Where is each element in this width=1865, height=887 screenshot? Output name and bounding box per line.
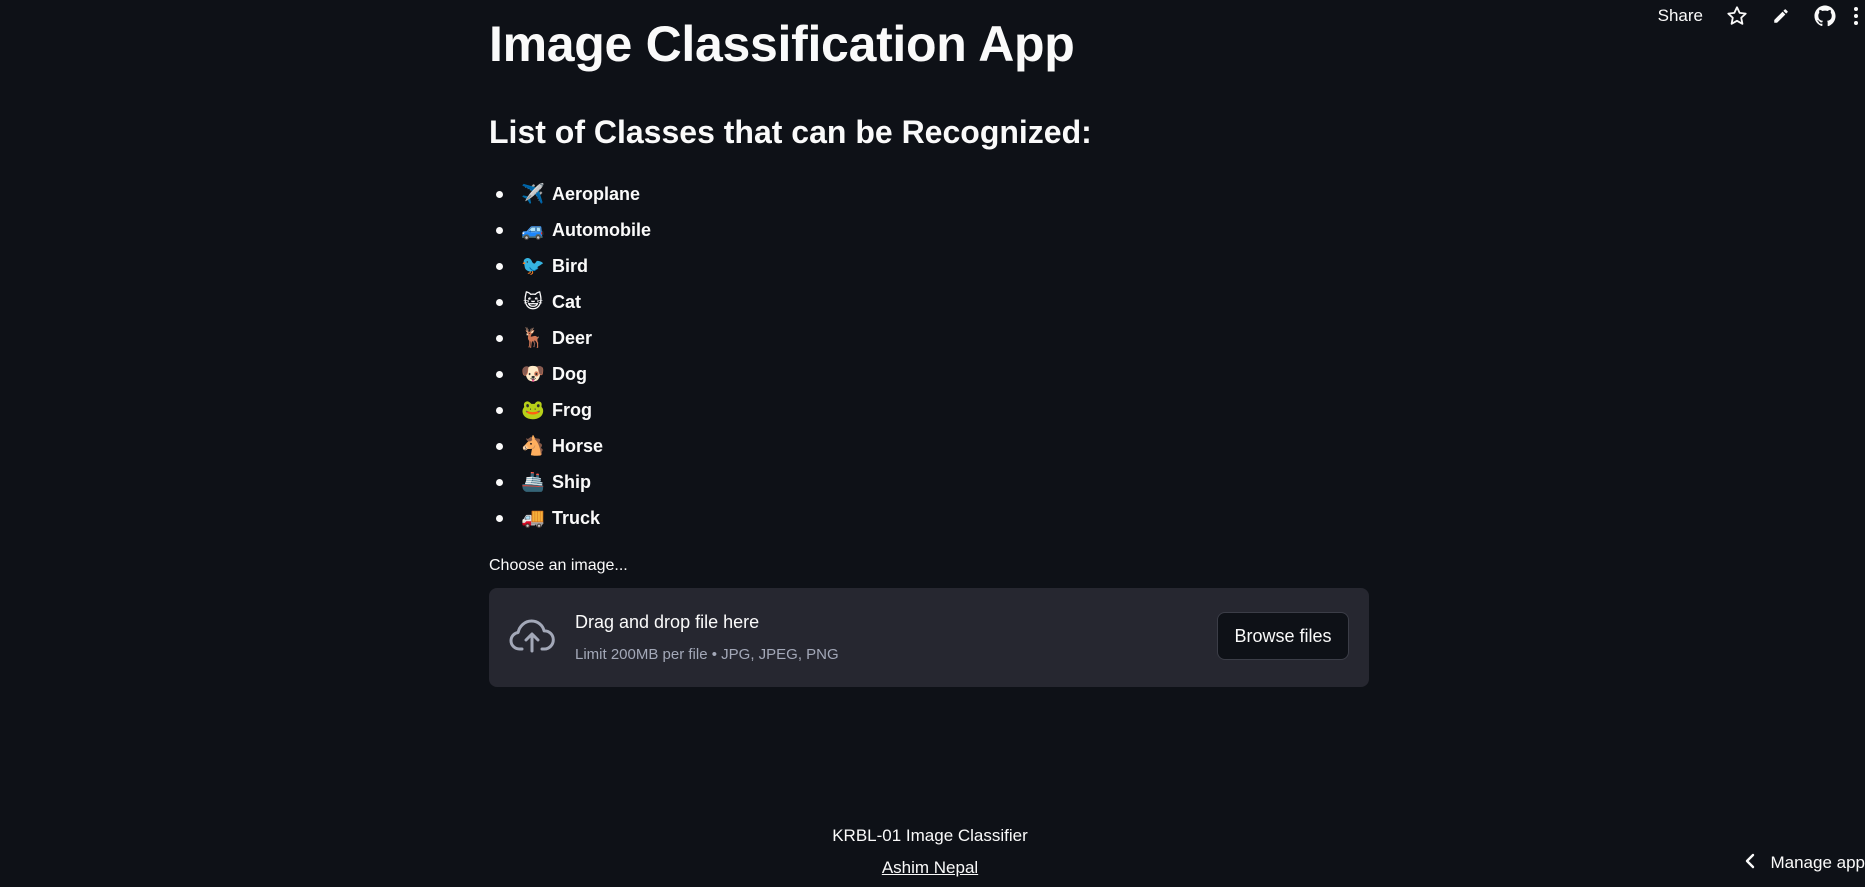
bullet-icon xyxy=(496,514,503,522)
automobile-icon: 🚙 xyxy=(521,219,545,241)
list-item: 🚢 Ship xyxy=(489,464,651,500)
bird-icon: 🐦 xyxy=(521,255,545,277)
class-label: Horse xyxy=(552,435,604,456)
bullet-icon xyxy=(496,298,503,306)
ship-icon: 🚢 xyxy=(521,471,545,493)
classes-heading: List of Classes that can be Recognized: xyxy=(489,114,1092,150)
aeroplane-icon: ✈️ xyxy=(521,183,545,205)
top-toolbar: Share xyxy=(1658,0,1865,32)
list-item: 🐸 Frog xyxy=(489,392,651,428)
pencil-icon[interactable] xyxy=(1759,0,1803,32)
class-label: Automobile xyxy=(552,219,651,240)
star-icon[interactable] xyxy=(1715,0,1759,32)
bullet-icon xyxy=(496,262,503,270)
page-title: Image Classification App xyxy=(489,16,1075,72)
class-label: Deer xyxy=(552,327,593,348)
class-label: Dog xyxy=(552,363,587,384)
github-icon[interactable] xyxy=(1803,0,1847,32)
list-item: 😺 Cat xyxy=(489,284,651,320)
class-label: Aeroplane xyxy=(552,183,641,204)
class-label: Frog xyxy=(552,399,592,420)
deer-icon: 🦌 xyxy=(521,327,545,349)
cloud-upload-icon xyxy=(509,618,555,659)
chevron-left-icon xyxy=(1744,853,1756,874)
horse-icon: 🐴 xyxy=(521,435,545,457)
list-item: 🚙 Automobile xyxy=(489,212,651,248)
browse-files-button[interactable]: Browse files xyxy=(1217,612,1349,660)
list-item: 🦌 Deer xyxy=(489,320,651,356)
list-item: 🐶 Dog xyxy=(489,356,651,392)
list-item: 🐦 Bird xyxy=(489,248,651,284)
bullet-icon xyxy=(496,226,503,234)
bullet-icon xyxy=(496,406,503,414)
list-item: ✈️ Aeroplane xyxy=(489,176,651,212)
class-label: Truck xyxy=(552,507,601,528)
class-label: Bird xyxy=(552,255,588,276)
dropzone-limit-text: Limit 200MB per file • JPG, JPEG, PNG xyxy=(575,646,839,663)
class-list: ✈️ Aeroplane 🚙 Automobile 🐦 Bird 😺 Cat 🦌 xyxy=(489,176,651,536)
class-label: Ship xyxy=(552,471,591,492)
frog-icon: 🐸 xyxy=(521,399,545,421)
bullet-icon xyxy=(496,190,503,198)
footer-title: KRBL-01 Image Classifier xyxy=(832,826,1028,845)
list-item: 🚚 Truck xyxy=(489,500,651,536)
app-page: Share Image Classification App List of C… xyxy=(0,0,1865,887)
file-dropzone[interactable]: Drag and drop file here Limit 200MB per … xyxy=(489,588,1369,687)
cat-icon: 😺 xyxy=(523,291,543,313)
list-item: 🐴 Horse xyxy=(489,428,651,464)
bullet-icon xyxy=(496,370,503,378)
truck-icon: 🚚 xyxy=(521,507,545,529)
author-link[interactable]: Ashim Nepal xyxy=(882,858,978,877)
dog-icon: 🐶 xyxy=(521,363,545,385)
footer-author: Ashim Nepal xyxy=(0,858,1860,878)
manage-app-label: Manage app xyxy=(1770,853,1865,872)
more-vertical-icon[interactable] xyxy=(1847,0,1865,32)
bullet-icon xyxy=(496,442,503,450)
file-uploader-label: Choose an image... xyxy=(489,557,628,574)
class-label: Cat xyxy=(552,291,582,312)
manage-app-button[interactable]: Manage app xyxy=(1744,847,1865,879)
bullet-icon xyxy=(496,334,503,342)
dropzone-title: Drag and drop file here xyxy=(575,612,760,632)
bullet-icon xyxy=(496,478,503,486)
share-button[interactable]: Share xyxy=(1658,6,1715,26)
